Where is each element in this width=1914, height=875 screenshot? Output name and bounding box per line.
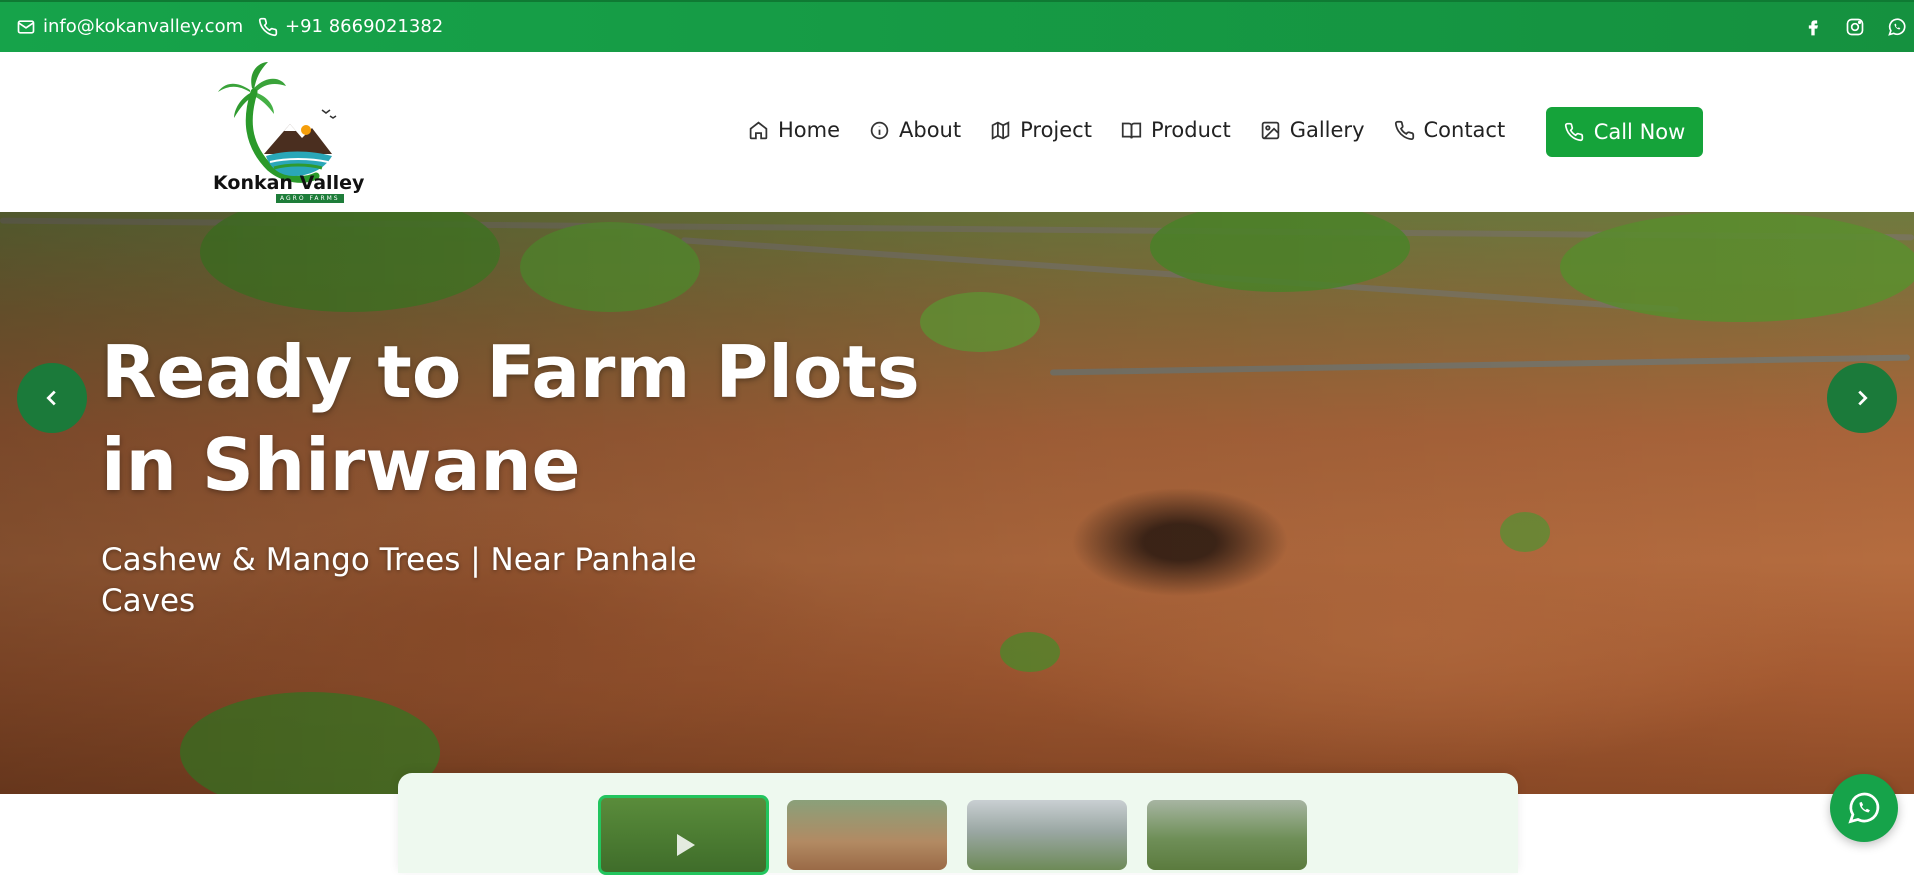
hero-subtitle: Cashew & Mango Trees | Near Panhale Cave… (101, 542, 697, 619)
play-icon (677, 834, 695, 856)
thumbnail-image[interactable] (1147, 800, 1307, 870)
top-contact-bar: info@kokanvalley.com +91 8669021382 (0, 0, 1914, 52)
nav-product-label: Product (1150, 118, 1231, 142)
phone-icon (1394, 120, 1414, 140)
nav-gallery[interactable]: Gallery (1260, 118, 1365, 142)
image-icon (1261, 121, 1279, 139)
facebook-icon[interactable] (1802, 16, 1824, 38)
email-text: info@kokanvalley.com (43, 16, 244, 37)
thumbnail-video[interactable] (598, 795, 769, 875)
nav-home-label: Home (778, 118, 841, 142)
main-nav: Home About Project Product Gallery Conta… (748, 118, 1534, 142)
instagram-icon[interactable] (1844, 16, 1866, 38)
info-icon (870, 121, 889, 139)
phone-text: +91 8669021382 (285, 16, 444, 37)
slider-prev-button[interactable] (17, 363, 87, 433)
nav-contact[interactable]: Contact (1394, 118, 1506, 142)
nav-about-label: About (899, 118, 962, 142)
nav-about[interactable]: About (869, 118, 961, 142)
nav-project[interactable]: Project (990, 118, 1092, 142)
phone-icon (258, 17, 278, 36)
chevron-left-icon (46, 390, 56, 406)
nav-gallery-label: Gallery (1289, 118, 1365, 142)
whatsapp-chat-button[interactable] (1830, 774, 1898, 842)
thumbnail-strip (398, 773, 1518, 875)
hero-title: Ready to Farm Plots in Shirwane (101, 326, 921, 512)
book-icon (1121, 122, 1142, 139)
hero-title-line2: in Shirwane (101, 423, 581, 507)
brand-tagline: AGRO FARMS (276, 194, 344, 203)
brand-name: Konkan Valley (213, 172, 365, 194)
phone-link[interactable]: +91 8669021382 (258, 16, 443, 37)
thumbnail-image[interactable] (967, 800, 1127, 870)
email-link[interactable]: info@kokanvalley.com (16, 16, 243, 37)
thumbnail-image[interactable] (787, 800, 947, 870)
home-icon (749, 121, 768, 139)
chevron-right-icon (1858, 390, 1868, 406)
nav-product[interactable]: Product (1121, 118, 1231, 142)
call-now-label: Call Now (1593, 120, 1686, 144)
mail-icon (17, 19, 35, 34)
call-now-button[interactable]: Call Now (1546, 107, 1703, 157)
slider-next-button[interactable] (1827, 363, 1897, 433)
map-icon (991, 120, 1010, 140)
phone-icon (1564, 122, 1583, 142)
hero-title-line1: Ready to Farm Plots (101, 330, 920, 414)
whatsapp-icon (1848, 792, 1880, 824)
nav-contact-label: Contact (1423, 118, 1506, 142)
whatsapp-icon[interactable] (1886, 16, 1908, 38)
hero-slider: Ready to Farm Plots in Shirwane Cashew &… (0, 212, 1914, 794)
site-header: Konkan Valley AGRO FARMS Home About Proj… (0, 52, 1914, 212)
social-links (1802, 16, 1908, 38)
nav-project-label: Project (1020, 118, 1092, 142)
nav-home[interactable]: Home (748, 118, 840, 142)
